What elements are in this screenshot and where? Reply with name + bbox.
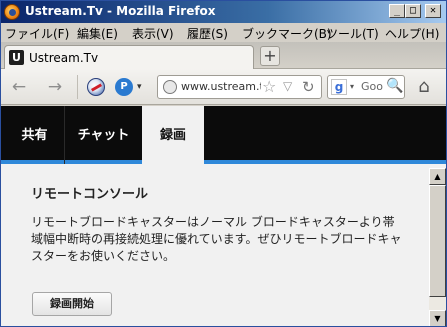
- menu-file[interactable]: ファイル(F): [5, 25, 69, 42]
- tab-title: Ustream.Tv: [29, 51, 99, 65]
- google-search-engine-icon[interactable]: g: [331, 79, 347, 95]
- url-bar[interactable]: www.ustream.tv ☆ ▽ ↻: [157, 75, 322, 99]
- menu-bar: ファイル(F) 編集(E) 表示(V) 履歴(S) ブックマーク(B) ツール(…: [1, 23, 446, 42]
- url-input[interactable]: www.ustream.tv: [181, 80, 261, 93]
- browser-window: Ustream.Tv - Mozilla Firefox _ □ ✕ ファイル(…: [0, 0, 447, 327]
- remote-console-panel: リモートコンソール リモートブロードキャスターはノーマル ブロードキャスターより…: [1, 168, 429, 326]
- menu-history[interactable]: 履歴(S): [187, 25, 228, 42]
- reload-icon[interactable]: ↻: [302, 78, 315, 96]
- site-identity-icon[interactable]: [163, 80, 177, 94]
- back-button[interactable]: ←: [9, 77, 29, 97]
- no-script-addon-icon[interactable]: [87, 78, 105, 96]
- menu-view[interactable]: 表示(V): [132, 25, 174, 42]
- page-content: 共有 チャット 録画 リモートコンソール リモートブロードキャスターはノーマル …: [1, 106, 446, 326]
- search-input[interactable]: Goo: [361, 80, 383, 93]
- minimize-button[interactable]: _: [389, 4, 405, 18]
- navigation-toolbar: ← → P ▾ www.ustream.tv ☆ ▽ ↻ g ▾ Goo 🔍 ⌂: [1, 69, 446, 105]
- ustream-favicon-icon: U: [9, 50, 24, 65]
- tab-record[interactable]: 録画: [142, 106, 204, 164]
- forward-button[interactable]: →: [45, 77, 65, 97]
- toolbar-separator: [77, 75, 78, 99]
- bookmark-star-icon[interactable]: ☆: [262, 77, 276, 96]
- search-icon[interactable]: 🔍: [386, 78, 403, 94]
- scroll-down-arrow-icon[interactable]: ▼: [429, 310, 446, 326]
- new-tab-button[interactable]: +: [260, 46, 280, 66]
- tab-ustream[interactable]: U Ustream.Tv: [4, 45, 254, 70]
- addon-dropdown-icon[interactable]: ▾: [137, 82, 142, 92]
- menu-tools[interactable]: ツール(T): [326, 25, 379, 42]
- start-recording-button[interactable]: 録画開始: [32, 292, 112, 316]
- tab-strip: U Ustream.Tv +: [1, 42, 446, 70]
- panel-description: リモートブロードキャスターはノーマル ブロードキャスターより帯域幅中断時の再接続…: [31, 215, 402, 263]
- close-button[interactable]: ✕: [425, 4, 441, 18]
- panel-title: リモートコンソール: [31, 187, 149, 202]
- search-engine-dropdown-icon[interactable]: ▾: [350, 82, 354, 91]
- addon-p-icon[interactable]: P: [115, 78, 133, 96]
- scroll-thumb[interactable]: [429, 185, 446, 297]
- title-bar[interactable]: Ustream.Tv - Mozilla Firefox _ □ ✕: [1, 1, 446, 23]
- menu-edit[interactable]: 編集(E): [77, 25, 118, 42]
- broadcast-tab-nav: 共有 チャット 録画: [1, 106, 446, 164]
- firefox-icon: [4, 4, 20, 20]
- url-history-dropdown-icon[interactable]: ▽: [283, 79, 292, 93]
- window-title: Ustream.Tv - Mozilla Firefox: [25, 4, 216, 18]
- home-icon[interactable]: ⌂: [413, 77, 435, 97]
- search-bar[interactable]: g ▾ Goo 🔍: [327, 75, 405, 99]
- tab-share[interactable]: 共有: [6, 106, 63, 164]
- menu-help[interactable]: ヘルプ(H): [385, 25, 439, 42]
- vertical-scrollbar[interactable]: ▲ ▼: [429, 168, 446, 326]
- maximize-button[interactable]: □: [405, 4, 421, 18]
- scroll-up-arrow-icon[interactable]: ▲: [429, 168, 446, 185]
- tab-chat[interactable]: チャット: [64, 106, 142, 164]
- menu-bookmarks[interactable]: ブックマーク(B): [242, 25, 332, 42]
